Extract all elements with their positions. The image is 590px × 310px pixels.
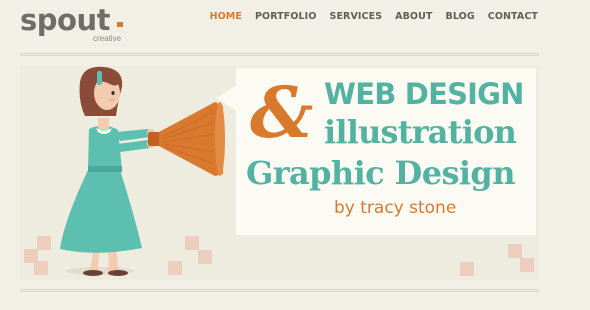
decor-square xyxy=(460,262,474,276)
nav-services[interactable]: SERVICES xyxy=(330,11,383,22)
logo-accent-square xyxy=(117,22,123,27)
decor-square xyxy=(37,236,51,250)
hero-banner: & WEB DESIGN illustration Graphic Design… xyxy=(20,66,539,280)
nav-contact[interactable]: CONTACT xyxy=(488,11,538,22)
site-logo[interactable]: spout creative xyxy=(20,2,130,43)
decor-square xyxy=(520,258,534,272)
footer-divider xyxy=(20,289,539,292)
headline-graphic-design: Graphic Design xyxy=(246,154,515,192)
header-divider xyxy=(20,53,539,56)
decor-square xyxy=(508,244,522,258)
girl-with-megaphone-illustration xyxy=(60,66,225,276)
decor-square xyxy=(34,261,48,275)
logo-tagline: creative xyxy=(93,34,122,43)
headline-web-design: WEB DESIGN xyxy=(324,77,524,111)
logo-wordmark: spout xyxy=(20,3,110,37)
main-nav: HOME PORTFOLIO SERVICES ABOUT BLOG CONTA… xyxy=(210,11,538,22)
nav-about[interactable]: ABOUT xyxy=(395,11,432,22)
nav-blog[interactable]: BLOG xyxy=(446,11,475,22)
nav-home[interactable]: HOME xyxy=(210,11,242,22)
author-byline: by tracy stone xyxy=(334,198,457,218)
ampersand-glyph: & xyxy=(250,71,314,154)
nav-portfolio[interactable]: PORTFOLIO xyxy=(255,11,317,22)
headline-illustration: illustration xyxy=(324,113,517,151)
